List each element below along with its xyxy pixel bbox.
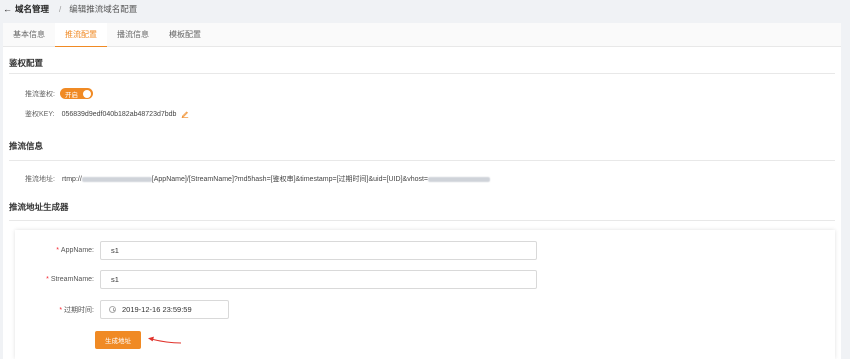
tab-play-info[interactable]: 播流信息 <box>107 22 159 46</box>
tab-push-config[interactable]: 推流配置 <box>55 23 107 47</box>
generate-address-button[interactable]: 生成地址 <box>95 331 141 349</box>
annotation-arrow-icon <box>148 336 182 344</box>
breadcrumb-separator: / <box>59 4 62 14</box>
expire-value: 2019-12-16 23:59:59 <box>122 305 192 314</box>
redacted-vhost <box>428 176 491 182</box>
auth-section-title: 鉴权配置 <box>9 58 44 68</box>
divider <box>9 220 835 221</box>
breadcrumb: ← 域名管理 / 编辑推流域名配置 <box>0 0 850 18</box>
clock-icon <box>109 306 116 313</box>
push-info-section-title: 推流信息 <box>9 141 44 151</box>
divider <box>9 73 835 74</box>
streamname-value: s1 <box>111 275 119 284</box>
appname-label: * AppName: <box>56 247 94 254</box>
breadcrumb-root[interactable]: 域名管理 <box>15 3 49 15</box>
required-mark: * <box>46 276 49 283</box>
back-arrow-icon[interactable]: ← <box>3 4 12 14</box>
form-row-expire: * 过期时间: 2019-12-16 23:59:59 <box>15 300 229 319</box>
auth-toggle-switch[interactable]: 开启 <box>59 88 93 99</box>
generator-section-title: 推流地址生成器 <box>9 202 69 212</box>
main-panel: 基本信息 推流配置 播流信息 模板配置 鉴权配置 推流鉴权: 开启 鉴权KEY:… <box>3 23 841 359</box>
expire-label: * 过期时间: <box>59 306 94 314</box>
auth-toggle-row: 推流鉴权: 开启 <box>25 88 93 99</box>
push-address-row: 推流地址: rtmp:// [AppName]/[StreamName]?md5… <box>25 174 491 184</box>
divider <box>9 160 835 161</box>
tab-basic-info[interactable]: 基本信息 <box>3 22 55 46</box>
required-mark: * <box>56 247 59 254</box>
streamname-label: * StreamName: <box>46 276 94 283</box>
toggle-knob <box>83 89 92 98</box>
form-row-streamname: * StreamName: s1 <box>15 270 537 289</box>
edit-icon[interactable] <box>181 110 189 118</box>
required-mark: * <box>59 306 63 314</box>
appname-input[interactable]: s1 <box>100 241 537 260</box>
breadcrumb-current: 编辑推流域名配置 <box>69 4 138 14</box>
auth-toggle-label: 推流鉴权: <box>25 90 55 98</box>
auth-toggle-state: 开启 <box>64 91 78 99</box>
back-link[interactable]: ← 域名管理 <box>3 3 49 15</box>
expire-datetime-picker[interactable]: 2019-12-16 23:59:59 <box>100 300 229 319</box>
push-address-prefix: rtmp:// <box>61 175 82 183</box>
streamname-input[interactable]: s1 <box>100 270 537 289</box>
auth-key-row: 鉴权KEY: 056839d9edf040b182ab48723d7bdb <box>25 109 189 119</box>
form-row-appname: * AppName: s1 <box>15 241 537 260</box>
auth-key-value: 056839d9edf040b182ab48723d7bdb <box>61 110 177 118</box>
push-address-template: [AppName]/[StreamName]?md5hash=[鉴权串]&tim… <box>151 176 429 183</box>
generator-form: * AppName: s1 * StreamName: s1 * 过期时间: 2019… <box>15 230 835 359</box>
redacted-host <box>81 176 152 182</box>
appname-value: s1 <box>111 246 119 255</box>
push-address-label: 推流地址: <box>25 176 55 183</box>
tab-template-config[interactable]: 模板配置 <box>159 22 211 46</box>
tab-bar: 基本信息 推流配置 播流信息 模板配置 <box>3 23 841 47</box>
auth-key-label: 鉴权KEY: <box>25 111 55 118</box>
